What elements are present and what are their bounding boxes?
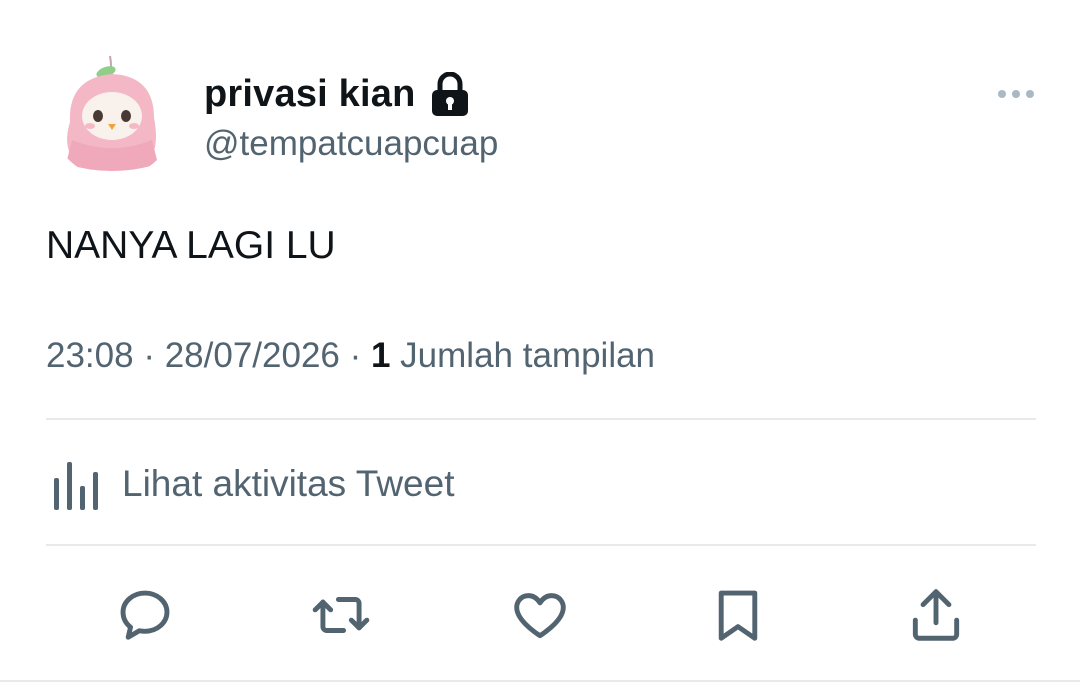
analytics-bars-icon	[54, 462, 98, 510]
author-handle[interactable]: @tempatcuapcuap	[204, 124, 498, 164]
retweet-icon	[312, 597, 370, 633]
meta-separator: ·	[339, 336, 371, 375]
reply-icon	[120, 590, 170, 640]
share-icon	[912, 589, 960, 641]
reply-button[interactable]	[110, 580, 180, 650]
views-label: Jumlah tampilan	[390, 336, 656, 375]
avatar[interactable]	[50, 52, 176, 178]
divider	[0, 680, 1080, 682]
meta-separator: ·	[133, 336, 165, 375]
divider	[46, 544, 1036, 546]
display-name[interactable]: privasi kian	[204, 73, 416, 116]
action-bar	[0, 580, 1080, 650]
tweet-time[interactable]: 23:08	[46, 336, 134, 375]
pink-hooded-plush-avatar-icon	[50, 52, 176, 178]
tweet-date[interactable]: 28/07/2026	[165, 336, 340, 375]
tweet-meta: 23:08 · 28/07/2026 · 1 Jumlah tampilan	[46, 336, 655, 376]
like-icon	[514, 593, 566, 639]
bookmark-icon	[718, 590, 758, 641]
like-button[interactable]	[505, 580, 575, 650]
views-count: 1	[370, 336, 391, 375]
divider	[46, 418, 1036, 420]
retweet-button[interactable]	[306, 580, 376, 650]
bookmark-button[interactable]	[703, 580, 773, 650]
more-options-icon[interactable]	[996, 82, 1036, 106]
display-name-row[interactable]: privasi kian	[204, 71, 470, 116]
lock-icon	[430, 71, 470, 116]
tweet-text: NANYA LAGI LU	[46, 224, 336, 267]
tweet-activity-link[interactable]: Lihat aktivitas Tweet	[52, 456, 455, 512]
activity-label: Lihat aktivitas Tweet	[122, 463, 455, 504]
share-button[interactable]	[901, 580, 971, 650]
